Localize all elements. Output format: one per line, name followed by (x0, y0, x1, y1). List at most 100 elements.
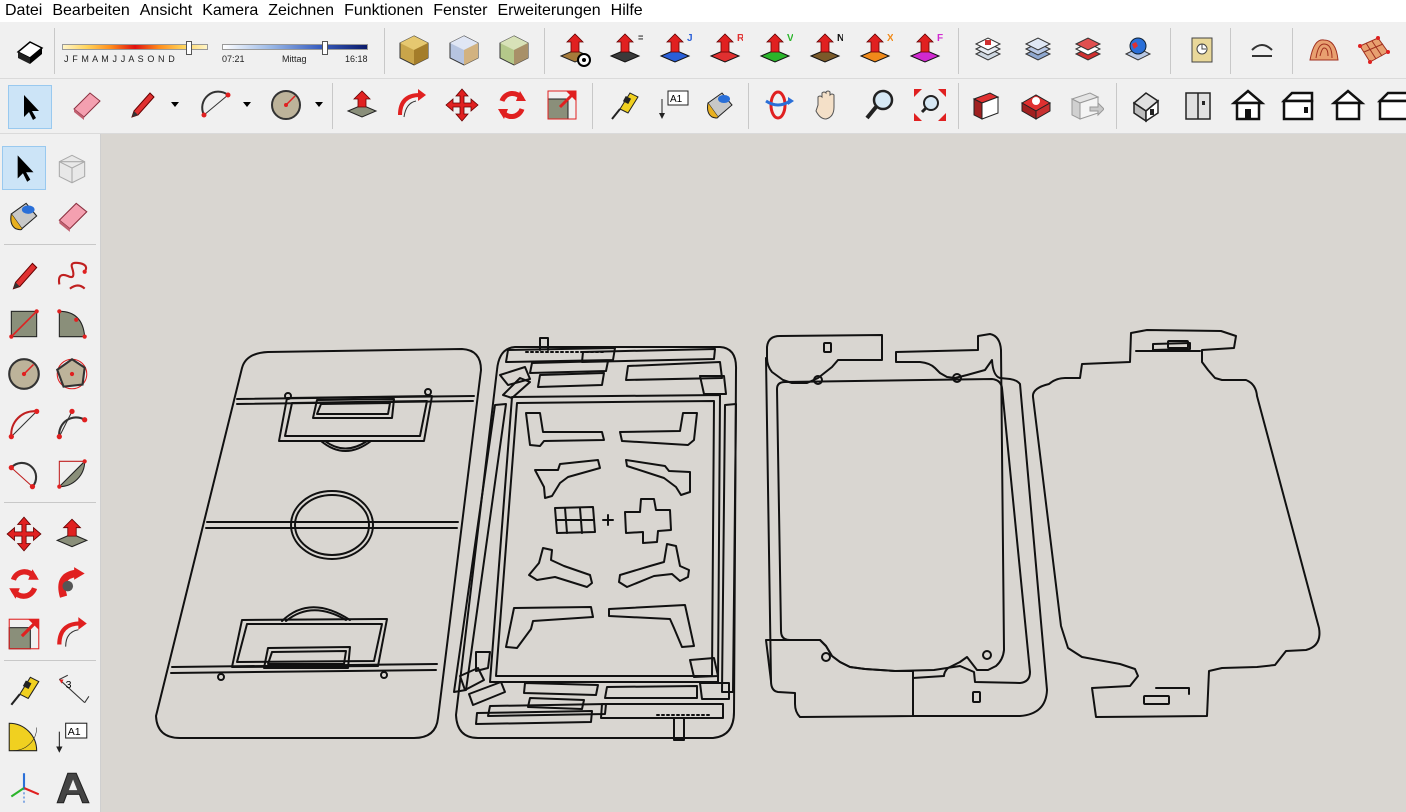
soccer-field-board[interactable] (155, 348, 482, 739)
style-monochrome-button[interactable] (494, 30, 534, 70)
left-rectangle-button[interactable] (2, 302, 46, 346)
pushpull-letter: = (638, 33, 643, 44)
left-2point-arc-button[interactable] (50, 402, 94, 446)
arc-dropdown-caret[interactable] (242, 99, 252, 109)
menu-kamera[interactable]: Kamera (197, 0, 263, 22)
move-tool-button[interactable] (442, 85, 482, 125)
left-polygon-button[interactable] (50, 352, 94, 396)
left-scale-button[interactable] (2, 612, 46, 656)
right-view-button[interactable] (1278, 85, 1318, 125)
left-offset-button[interactable] (50, 612, 94, 656)
sandbox-grid-button[interactable] (1354, 30, 1394, 70)
left-dimension-button[interactable]: 3 (50, 668, 94, 712)
frame-piece-right[interactable] (1031, 329, 1321, 718)
text-tool-button[interactable]: A1 (654, 85, 694, 125)
shadow-date-thumb[interactable] (186, 41, 192, 55)
left-3point-arc-button[interactable] (2, 452, 46, 496)
left-freehand-button[interactable] (50, 254, 94, 298)
circle-tool-button[interactable] (266, 85, 306, 125)
scale-tool-button[interactable] (542, 85, 582, 125)
circle-dropdown-caret[interactable] (314, 99, 324, 109)
left-select-button[interactable] (2, 146, 46, 190)
3d-warehouse-button[interactable]: ​ (966, 85, 1006, 125)
menu-funktionen[interactable]: Funktionen (339, 0, 428, 22)
model-viewport[interactable] (101, 134, 1406, 812)
eraser-tool-button[interactable] (66, 85, 106, 125)
pushpull-r-button[interactable]: R (705, 30, 745, 70)
paint-bucket-tool-button[interactable] (700, 85, 740, 125)
arc-tool-button[interactable] (196, 85, 236, 125)
front-view-button[interactable] (1228, 85, 1268, 125)
left-axes-button[interactable] (2, 766, 46, 810)
menu-ansicht[interactable]: Ansicht (135, 0, 197, 22)
left-move-button[interactable] (2, 512, 46, 556)
extension-warehouse-button[interactable] (1016, 85, 1056, 125)
style-shaded-textures-button[interactable] (444, 30, 484, 70)
left-text-button[interactable]: A1 (50, 716, 94, 760)
menu-datei[interactable]: Datei (0, 0, 47, 22)
section-stack-button[interactable] (968, 30, 1008, 70)
shadow-date-slider[interactable] (62, 41, 208, 55)
pencil-tool-button[interactable] (122, 85, 162, 125)
warehouse-button[interactable] (1182, 30, 1222, 70)
box-top-icon (1185, 92, 1211, 120)
pushpull-icon (346, 90, 378, 118)
left-rotated-rectangle-button[interactable] (50, 302, 94, 346)
zoom-extents-tool-button[interactable] (910, 85, 950, 125)
menu-bearbeiten[interactable]: Bearbeiten (47, 0, 134, 22)
select-tool-button[interactable] (8, 85, 52, 129)
menu-erweiterungen[interactable]: Erweiterungen (493, 0, 606, 22)
pie-icon (57, 459, 87, 489)
style-shaded-button[interactable] (394, 30, 434, 70)
pushpull-f-button[interactable]: F (905, 30, 945, 70)
parts-sheet[interactable] (453, 337, 738, 741)
left-followme-button[interactable] (50, 562, 94, 606)
left-circle-button[interactable] (2, 352, 46, 396)
pushpull-n-button[interactable]: N (805, 30, 845, 70)
house-left-icon (1376, 91, 1406, 121)
left-paint-bucket-button[interactable] (2, 194, 46, 238)
back-view-button[interactable] (1328, 85, 1368, 125)
left-line-button[interactable] (2, 254, 46, 298)
left-view-button[interactable] (1376, 85, 1406, 125)
left-tape-measure-button[interactable] (2, 668, 46, 712)
layers-button[interactable] (1018, 30, 1058, 70)
followme-tool-button[interactable] (392, 85, 432, 125)
text-tool-label: A1 (68, 726, 81, 738)
left-rotate-button[interactable] (2, 562, 46, 606)
left-pushpull-button[interactable] (50, 512, 94, 556)
tape-measure-tool-button[interactable] (604, 85, 644, 125)
menu-hilfe[interactable]: Hilfe (606, 0, 648, 22)
share-model-button[interactable] (1066, 85, 1106, 125)
arc-surface-button[interactable] (1242, 30, 1282, 70)
layer-red-button[interactable] (1068, 30, 1108, 70)
pushpull-j-button[interactable]: J (655, 30, 695, 70)
menu-zeichnen[interactable]: Zeichnen (263, 0, 339, 22)
left-protractor-button[interactable] (2, 716, 46, 760)
zoom-tool-button[interactable] (860, 85, 900, 125)
pushpull-tool-button[interactable] (342, 85, 382, 125)
pencil-dropdown-caret[interactable] (170, 99, 180, 109)
shadows-toggle-button[interactable] (10, 30, 50, 70)
layer-globe-button[interactable] (1118, 30, 1158, 70)
top-view-button[interactable] (1178, 85, 1218, 125)
pushpull-v-button[interactable]: V (755, 30, 795, 70)
pushpull-x-button[interactable]: X (855, 30, 895, 70)
shadow-time-slider[interactable] (222, 41, 368, 55)
left-pie-button[interactable] (50, 452, 94, 496)
pan-tool-button[interactable] (808, 85, 848, 125)
iso-view-button[interactable] (1128, 85, 1168, 125)
left-eraser-button[interactable] (50, 194, 94, 238)
left-arc-button[interactable] (2, 402, 46, 446)
orbit-tool-button[interactable] (758, 85, 798, 125)
shadow-time-thumb[interactable] (322, 41, 328, 55)
frame-piece-left[interactable] (765, 333, 1048, 718)
left-component-button[interactable] (50, 146, 94, 190)
warehouse-icon (1191, 37, 1213, 63)
left-3d-text-button[interactable] (50, 766, 94, 810)
sandbox-contours-button[interactable] (1304, 30, 1344, 70)
pushpull-equal-button[interactable]: = (605, 30, 645, 70)
joint-pushpull-settings-button[interactable] (555, 30, 595, 70)
rotate-tool-button[interactable] (492, 85, 532, 125)
menu-fenster[interactable]: Fenster (428, 0, 492, 22)
